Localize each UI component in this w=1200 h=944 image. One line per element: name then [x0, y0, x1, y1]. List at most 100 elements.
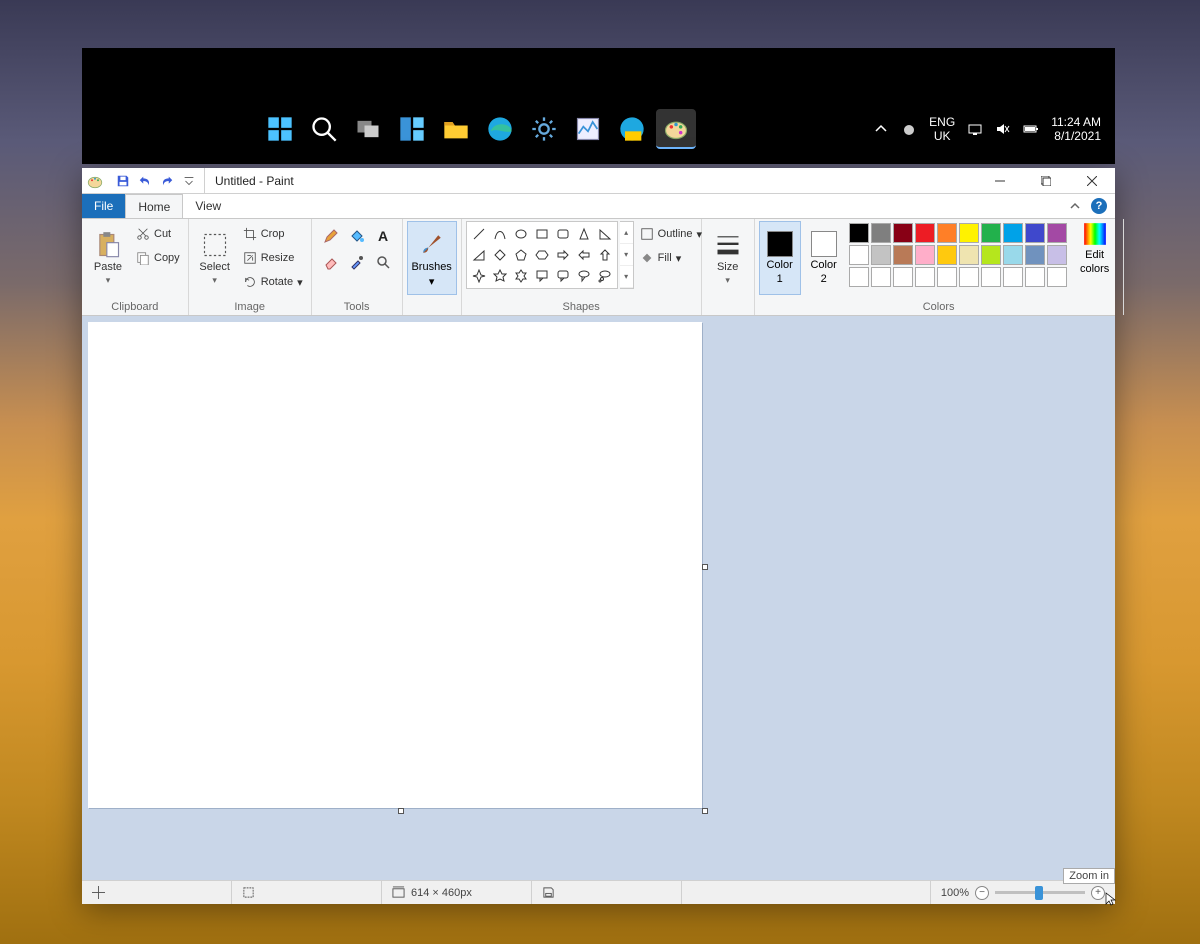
- taskbar-taskview[interactable]: [348, 109, 388, 149]
- color-swatch[interactable]: [1047, 223, 1067, 243]
- shapes-gallery[interactable]: [466, 221, 618, 289]
- color-swatch[interactable]: [915, 267, 935, 287]
- shape-oval[interactable]: [511, 224, 531, 244]
- shape-arrow-left[interactable]: [574, 245, 594, 265]
- color-swatch[interactable]: [915, 245, 935, 265]
- magnifier-tool[interactable]: [372, 251, 394, 273]
- shape-callout-oval[interactable]: [574, 266, 594, 286]
- color-swatch[interactable]: [871, 267, 891, 287]
- fill-tool[interactable]: [346, 225, 368, 247]
- color-swatch[interactable]: [1025, 267, 1045, 287]
- color1-button[interactable]: Color 1: [759, 221, 801, 295]
- color-swatch[interactable]: [849, 223, 869, 243]
- undo-button[interactable]: [136, 172, 154, 190]
- taskbar-paint[interactable]: [656, 109, 696, 149]
- color-swatch[interactable]: [981, 245, 1001, 265]
- shape-star6[interactable]: [511, 266, 531, 286]
- tab-file[interactable]: File: [82, 194, 125, 218]
- eraser-tool[interactable]: [320, 251, 342, 273]
- color-swatch[interactable]: [893, 267, 913, 287]
- taskbar-edge[interactable]: [480, 109, 520, 149]
- size-button[interactable]: Size ▾: [706, 221, 750, 295]
- shape-hexagon[interactable]: [532, 245, 552, 265]
- collapse-ribbon-button[interactable]: [1067, 198, 1083, 214]
- start-button[interactable]: [260, 109, 300, 149]
- color-swatch[interactable]: [849, 267, 869, 287]
- taskbar-settings[interactable]: [524, 109, 564, 149]
- taskbar-explorer[interactable]: [436, 109, 476, 149]
- battery-icon[interactable]: [1023, 121, 1039, 137]
- taskbar-language[interactable]: ENG UK: [929, 115, 955, 144]
- close-button[interactable]: [1069, 168, 1115, 194]
- color-swatch[interactable]: [937, 245, 957, 265]
- shape-callout-round[interactable]: [553, 266, 573, 286]
- network-icon[interactable]: [967, 121, 983, 137]
- color-swatch[interactable]: [959, 245, 979, 265]
- shape-diamond[interactable]: [490, 245, 510, 265]
- taskbar-search[interactable]: [304, 109, 344, 149]
- zoom-in-button[interactable]: +: [1091, 886, 1105, 900]
- shape-right-tri[interactable]: [469, 245, 489, 265]
- color-swatch[interactable]: [871, 223, 891, 243]
- color-swatch[interactable]: [959, 267, 979, 287]
- color-swatch[interactable]: [849, 245, 869, 265]
- paste-button[interactable]: Paste ▾: [86, 221, 130, 295]
- tab-home[interactable]: Home: [125, 194, 183, 218]
- resize-handle-bottom[interactable]: [398, 808, 404, 814]
- shape-polygon[interactable]: [574, 224, 594, 244]
- maximize-button[interactable]: [1023, 168, 1069, 194]
- color-swatch[interactable]: [1025, 245, 1045, 265]
- resize-handle-right[interactable]: [702, 564, 708, 570]
- color-swatch[interactable]: [1025, 223, 1045, 243]
- text-tool[interactable]: A: [372, 225, 394, 247]
- color-swatch[interactable]: [937, 223, 957, 243]
- color-swatch[interactable]: [1003, 223, 1023, 243]
- weather-icon[interactable]: [901, 121, 917, 137]
- shape-roundrect[interactable]: [553, 224, 573, 244]
- color-swatch[interactable]: [1047, 245, 1067, 265]
- color-swatch[interactable]: [893, 223, 913, 243]
- color2-button[interactable]: Color 2: [803, 221, 845, 295]
- tab-view[interactable]: View: [183, 194, 233, 218]
- minimize-button[interactable]: [977, 168, 1023, 194]
- shape-line[interactable]: [469, 224, 489, 244]
- taskbar-edge-canary[interactable]: [612, 109, 652, 149]
- taskbar-clock[interactable]: 11:24 AM 8/1/2021: [1051, 115, 1101, 144]
- canvas[interactable]: [88, 322, 702, 808]
- canvas-area[interactable]: [82, 316, 1115, 880]
- qat-customize[interactable]: [180, 172, 198, 190]
- pencil-tool[interactable]: [320, 225, 342, 247]
- rotate-button[interactable]: Rotate ▾: [239, 271, 307, 293]
- color-swatch[interactable]: [893, 245, 913, 265]
- edit-colors-button[interactable]: Edit colors: [1071, 221, 1119, 275]
- shape-triangle[interactable]: [595, 224, 615, 244]
- zoom-out-button[interactable]: −: [975, 886, 989, 900]
- shape-curve[interactable]: [490, 224, 510, 244]
- color-swatch[interactable]: [871, 245, 891, 265]
- fill-button[interactable]: Fill ▾: [636, 247, 706, 269]
- select-button[interactable]: Select ▾: [193, 221, 237, 295]
- zoom-slider[interactable]: [995, 891, 1085, 894]
- shapes-gallery-scroll[interactable]: ▴▾▾: [620, 221, 634, 289]
- brushes-button[interactable]: Brushes ▾: [407, 221, 457, 295]
- resize-button[interactable]: Resize: [239, 247, 307, 269]
- shape-callout-rect[interactable]: [532, 266, 552, 286]
- color-swatch[interactable]: [981, 267, 1001, 287]
- volume-mute-icon[interactable]: [995, 121, 1011, 137]
- shape-pentagon[interactable]: [511, 245, 531, 265]
- picker-tool[interactable]: [346, 251, 368, 273]
- color-swatch[interactable]: [915, 223, 935, 243]
- copy-button[interactable]: Copy: [132, 247, 184, 269]
- color-swatch[interactable]: [937, 267, 957, 287]
- shape-rect[interactable]: [532, 224, 552, 244]
- shape-arrow-right[interactable]: [553, 245, 573, 265]
- redo-button[interactable]: [158, 172, 176, 190]
- cut-button[interactable]: Cut: [132, 223, 184, 245]
- color-swatch[interactable]: [1047, 267, 1067, 287]
- color-swatch[interactable]: [981, 223, 1001, 243]
- shape-arrow-up[interactable]: [595, 245, 615, 265]
- help-button[interactable]: ?: [1091, 198, 1107, 214]
- taskbar-taskmgr[interactable]: [568, 109, 608, 149]
- color-swatch[interactable]: [959, 223, 979, 243]
- chevron-up-icon[interactable]: [873, 121, 889, 137]
